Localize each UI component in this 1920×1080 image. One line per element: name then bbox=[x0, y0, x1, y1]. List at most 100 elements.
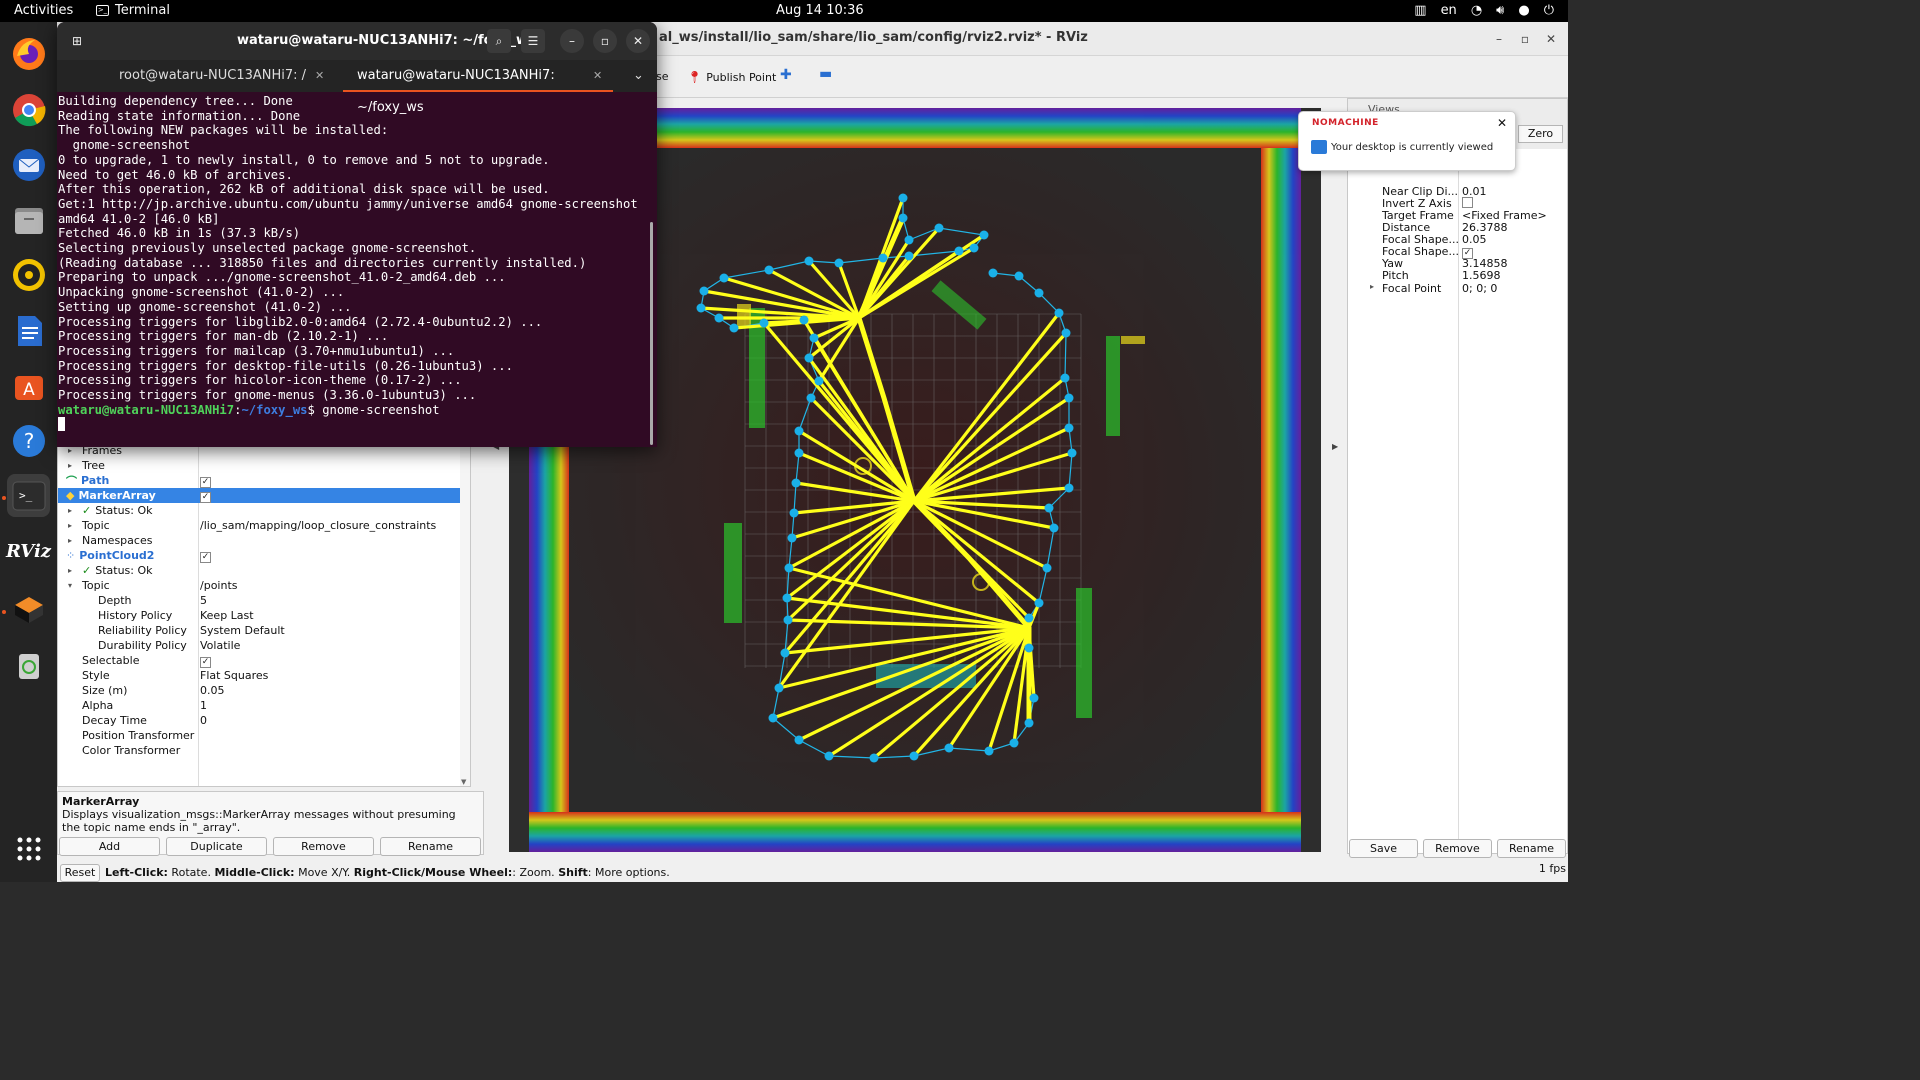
display-row-topic[interactable]: ▸ Topic /lio_sam/mapping/loop_closure_con… bbox=[58, 518, 470, 533]
expand-arrow-icon[interactable]: ▸ bbox=[68, 536, 78, 545]
rename-view-button[interactable]: Rename bbox=[1497, 839, 1566, 858]
chrome-launcher[interactable] bbox=[7, 88, 50, 131]
view-property-row[interactable]: ▸ Focal Point 0; 0; 0 bbox=[1348, 282, 1567, 295]
expand-arrow-icon[interactable]: ▸ bbox=[68, 521, 78, 530]
volume-icon[interactable]: 🔊︎ bbox=[1496, 3, 1504, 18]
expand-arrow-icon[interactable]: ▸ bbox=[68, 566, 78, 575]
expand-arrow-icon[interactable]: ▸ bbox=[68, 461, 78, 470]
property-row[interactable]: Color Transformer bbox=[58, 743, 470, 758]
terminal-tab-active[interactable]: wataru@wataru-NUC13ANHi7: ~/foxy_ws ✕ bbox=[343, 60, 613, 115]
minimize-button[interactable]: – bbox=[1489, 29, 1509, 49]
scroll-down-icon[interactable]: ▼ bbox=[461, 778, 466, 786]
power-icon[interactable]: ⏻ bbox=[1544, 3, 1554, 18]
clock[interactable]: Aug 14 10:36 bbox=[776, 3, 864, 18]
terminal-launcher[interactable]: >_ bbox=[7, 474, 50, 517]
display-row-topic[interactable]: ▾ Topic /points bbox=[58, 578, 470, 593]
nomachine-launcher[interactable] bbox=[7, 587, 50, 630]
pose-node bbox=[1009, 738, 1019, 748]
property-row[interactable]: Selectable ✓ bbox=[58, 653, 470, 668]
add-display-button[interactable]: Add bbox=[59, 837, 160, 856]
maximize-icon[interactable]: ▫ bbox=[593, 29, 617, 53]
close-button[interactable]: ✕ bbox=[1541, 29, 1561, 49]
property-row[interactable]: Style Flat Squares bbox=[58, 668, 470, 683]
network-monitor-icon[interactable]: ▥ bbox=[1414, 3, 1426, 18]
minimize-icon[interactable]: – bbox=[560, 29, 584, 53]
property-row[interactable]: History Policy Keep Last bbox=[58, 608, 470, 623]
reset-button[interactable]: Reset bbox=[60, 864, 100, 882]
terminal-window[interactable]: ⊞ wataru@wataru-NUC13ANHi7: ~/foxy_ws ⌕ … bbox=[57, 22, 657, 447]
rviz-launcher[interactable]: RViz bbox=[6, 530, 51, 573]
software-launcher[interactable]: A bbox=[7, 364, 50, 407]
close-tab-icon[interactable]: ✕ bbox=[593, 60, 602, 92]
writer-launcher[interactable] bbox=[7, 309, 50, 352]
close-icon[interactable]: ✕ bbox=[626, 29, 650, 53]
property-row[interactable]: Depth 5 bbox=[58, 593, 470, 608]
close-tab-icon[interactable]: ✕ bbox=[315, 60, 324, 92]
remove-view-button[interactable]: Remove bbox=[1423, 839, 1492, 858]
rhythmbox-launcher[interactable] bbox=[7, 253, 50, 296]
display-row-markerarray[interactable]: ◆ MarkerArray ✓ bbox=[58, 488, 470, 503]
search-icon[interactable]: ⌕ bbox=[487, 29, 511, 53]
view-property-row[interactable]: Pitch 1.5698 bbox=[1348, 269, 1567, 282]
topic-value[interactable]: /points bbox=[200, 579, 238, 592]
pose-node bbox=[1024, 613, 1034, 623]
property-row[interactable]: Decay Time 0 bbox=[58, 713, 470, 728]
display-row-namespaces[interactable]: ▸ Namespaces bbox=[58, 533, 470, 548]
display-row-tree[interactable]: ▸ Tree bbox=[58, 458, 470, 473]
new-tab-icon[interactable]: ⊞ bbox=[65, 29, 89, 53]
topic-value[interactable]: /lio_sam/mapping/loop_closure_constraint… bbox=[200, 519, 436, 532]
microphone-icon[interactable]: ● bbox=[1518, 3, 1529, 18]
display-row-status[interactable]: ▸ ✓ Status: Ok bbox=[58, 503, 470, 518]
display-row-path[interactable]: ⌒ Path ✓ bbox=[58, 473, 470, 488]
property-row[interactable]: Size (m) 0.05 bbox=[58, 683, 470, 698]
remove-display-button[interactable]: Remove bbox=[273, 837, 374, 856]
duplicate-display-button[interactable]: Duplicate bbox=[166, 837, 267, 856]
display-row-status[interactable]: ▸ ✓ Status: Ok bbox=[58, 563, 470, 578]
display-row-pointcloud2[interactable]: ⁘ PointCloud2 ✓ bbox=[58, 548, 470, 563]
pointcloud2-enabled-checkbox[interactable]: ✓ bbox=[200, 551, 211, 563]
add-tool-icon[interactable]: ✚ bbox=[780, 67, 792, 83]
collapse-arrow-icon[interactable]: ▾ bbox=[68, 581, 78, 590]
tool-partial[interactable]: se bbox=[656, 70, 669, 83]
show-apps-button[interactable] bbox=[7, 827, 50, 870]
rename-display-button[interactable]: Rename bbox=[380, 837, 481, 856]
thunderbird-launcher[interactable] bbox=[7, 143, 50, 186]
remove-tool-icon[interactable]: ▬ bbox=[819, 66, 832, 82]
zero-button[interactable]: Zero bbox=[1518, 125, 1563, 143]
terminal-icon: >_ bbox=[96, 5, 109, 16]
selectable-checkbox[interactable]: ✓ bbox=[200, 656, 211, 668]
displays-scrollbar[interactable]: ▼ bbox=[460, 443, 470, 786]
path-enabled-checkbox[interactable]: ✓ bbox=[200, 476, 211, 488]
activities-button[interactable]: Activities bbox=[14, 3, 73, 18]
right-splitter-arrow-icon[interactable]: ▶ bbox=[1332, 442, 1338, 451]
files-launcher[interactable] bbox=[7, 198, 50, 241]
system-tray[interactable]: ▥ en ◔ 🔊︎ ● ⏻ bbox=[1414, 3, 1554, 18]
expand-arrow-icon[interactable]: ▸ bbox=[1370, 282, 1380, 291]
publish-point-tool[interactable]: 📍︎ Publish Point bbox=[687, 70, 776, 84]
menu-icon[interactable]: ☰ bbox=[521, 29, 545, 53]
help-launcher[interactable]: ? bbox=[7, 419, 50, 462]
expand-arrow-icon[interactable]: ▸ bbox=[68, 506, 78, 515]
nomachine-notification[interactable]: NOMACHINE ✕ Your desktop is currently vi… bbox=[1298, 111, 1516, 171]
close-notification-icon[interactable]: ✕ bbox=[1497, 116, 1507, 130]
property-row[interactable]: Reliability Policy System Default bbox=[58, 623, 470, 638]
expand-arrow-icon[interactable]: ▸ bbox=[68, 446, 78, 455]
language-indicator[interactable]: en bbox=[1441, 3, 1457, 18]
invert-z-checkbox[interactable] bbox=[1462, 197, 1473, 208]
property-row[interactable]: Alpha 1 bbox=[58, 698, 470, 713]
property-row[interactable]: Durability Policy Volatile bbox=[58, 638, 470, 653]
save-view-button[interactable]: Save bbox=[1349, 839, 1418, 858]
tabs-dropdown-icon[interactable]: ⌄ bbox=[633, 60, 644, 92]
trash-launcher[interactable] bbox=[7, 642, 50, 685]
property-row[interactable]: Position Transformer bbox=[58, 728, 470, 743]
markerarray-enabled-checkbox[interactable]: ✓ bbox=[200, 491, 211, 503]
terminal-scrollbar[interactable] bbox=[650, 222, 653, 445]
maximize-button[interactable]: ▫ bbox=[1515, 29, 1535, 49]
terminal-output[interactable]: Building dependency tree... Done Reading … bbox=[57, 94, 653, 447]
firefox-launcher[interactable] bbox=[7, 32, 50, 75]
app-menu[interactable]: >_ Terminal bbox=[96, 3, 170, 18]
wifi-icon[interactable]: ◔ bbox=[1471, 3, 1482, 18]
terminal-lines: Building dependency tree... Done Reading … bbox=[58, 94, 653, 403]
terminal-header[interactable]: ⊞ wataru@wataru-NUC13ANHi7: ~/foxy_ws ⌕ … bbox=[57, 22, 657, 60]
terminal-tab[interactable]: root@wataru-NUC13ANHi7: / ✕ bbox=[57, 60, 342, 92]
